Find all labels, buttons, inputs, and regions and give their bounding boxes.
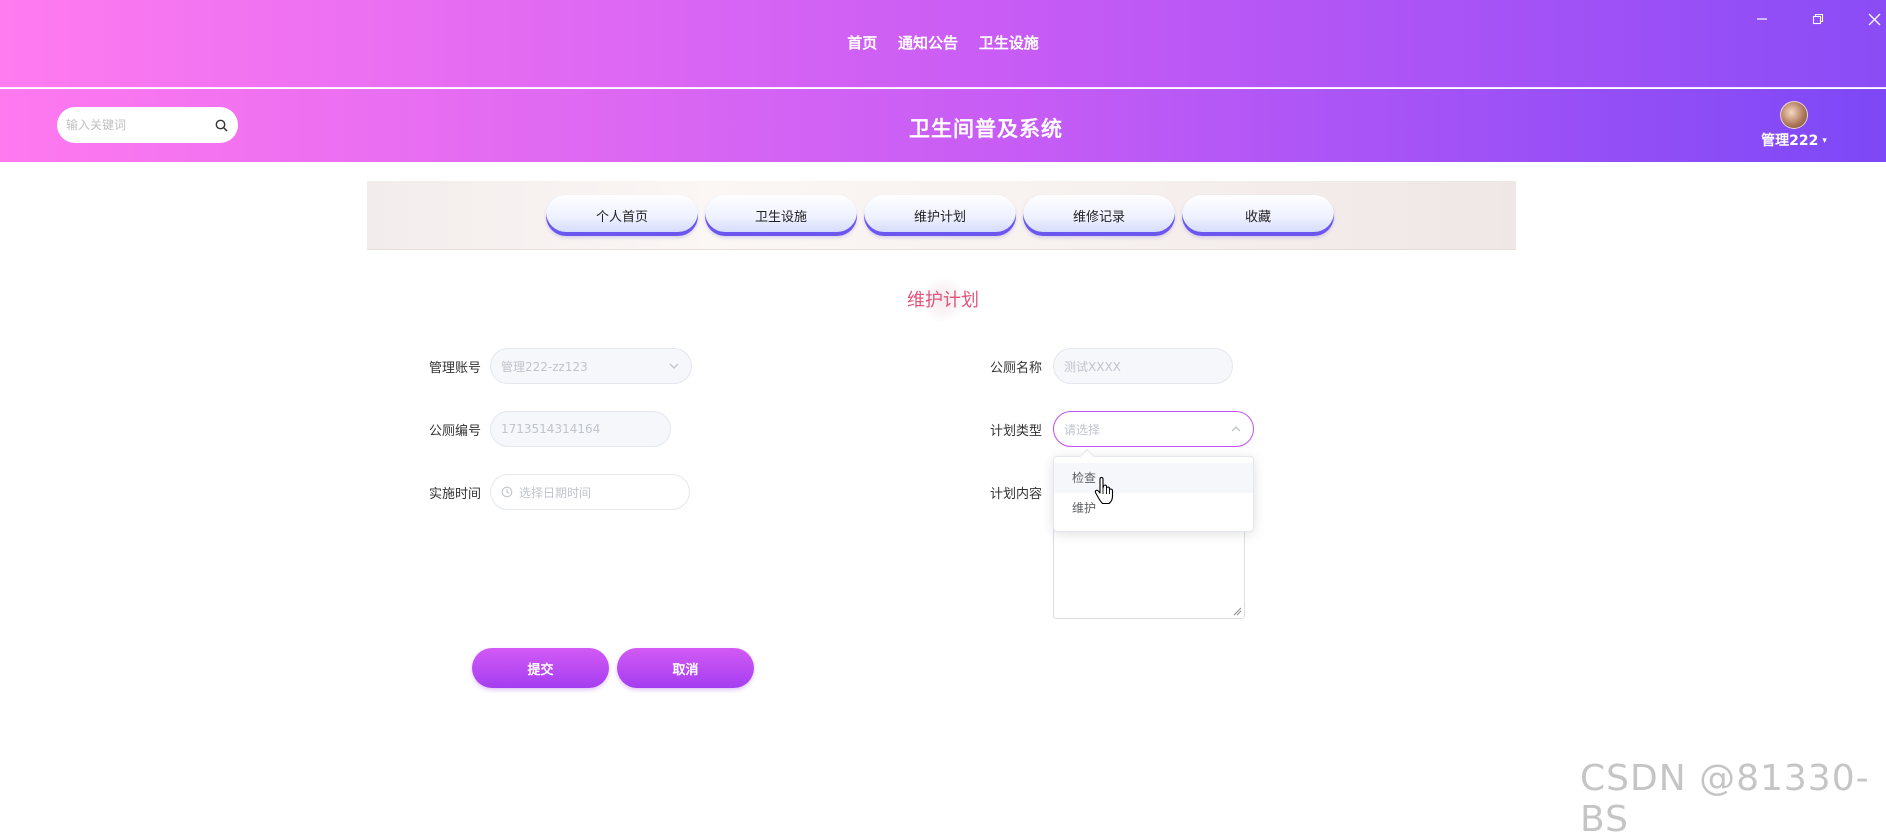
tab-favorites[interactable]: 收藏 bbox=[1182, 195, 1334, 236]
form-title-wrap: 维护计划 bbox=[0, 278, 1886, 322]
option-maintain[interactable]: 维护 bbox=[1054, 493, 1253, 523]
cancel-button[interactable]: 取消 bbox=[617, 648, 754, 688]
restore-icon bbox=[1812, 13, 1824, 25]
watermark: CSDN @81330-BS bbox=[1580, 758, 1870, 840]
impl-time-placeholder: 选择日期时间 bbox=[519, 485, 592, 500]
toilet-no-field[interactable]: 1713514314164 bbox=[490, 411, 671, 447]
user-name: 管理222 bbox=[1761, 133, 1819, 149]
plan-type-dropdown: 检查 维护 bbox=[1053, 448, 1254, 532]
tab-personal-home[interactable]: 个人首页 bbox=[546, 195, 698, 236]
plan-type-select[interactable]: 请选择 bbox=[1053, 411, 1254, 447]
account-select[interactable]: 管理222-zz123 bbox=[490, 348, 692, 384]
toilet-no-label: 公厕编号 bbox=[428, 424, 481, 439]
toilet-name-label: 公厕名称 bbox=[989, 361, 1042, 376]
clock-icon bbox=[501, 486, 513, 498]
tab-facilities[interactable]: 卫生设施 bbox=[705, 195, 857, 236]
tab-bar: 个人首页 卫生设施 维护计划 维修记录 收藏 bbox=[546, 195, 1334, 236]
site-header: 卫生间普及系统 管理222▾ bbox=[0, 89, 1886, 162]
chevron-down-icon bbox=[669, 363, 679, 369]
user-menu[interactable]: 管理222 ▾ bbox=[1748, 101, 1840, 150]
submit-button[interactable]: 提交 bbox=[472, 648, 609, 688]
tab-maintenance-plan[interactable]: 维护计划 bbox=[864, 195, 1016, 236]
page-title: 维护计划 bbox=[907, 290, 979, 311]
impl-time-picker[interactable]: 选择日期时间 bbox=[490, 474, 690, 510]
chevron-up-icon bbox=[1231, 426, 1241, 432]
minimize-button[interactable] bbox=[1748, 8, 1776, 30]
account-value: 管理222-zz123 bbox=[501, 359, 588, 374]
close-icon bbox=[1868, 13, 1880, 25]
tab-repair-records[interactable]: 维修记录 bbox=[1023, 195, 1175, 236]
plan-type-placeholder: 请选择 bbox=[1064, 422, 1101, 437]
account-label: 管理账号 bbox=[428, 361, 481, 376]
close-button[interactable] bbox=[1860, 8, 1886, 30]
minimize-icon bbox=[1757, 18, 1767, 20]
impl-time-label: 实施时间 bbox=[428, 487, 481, 502]
toilet-name-field[interactable]: 测试XXXX bbox=[1053, 348, 1233, 384]
resize-grip-icon[interactable] bbox=[1233, 607, 1242, 616]
dropdown-arrow bbox=[1079, 448, 1095, 464]
site-title: 卫生间普及系统 bbox=[909, 117, 1063, 141]
toilet-no-value: 1713514314164 bbox=[501, 422, 601, 436]
option-inspect[interactable]: 检查 bbox=[1054, 463, 1253, 493]
plan-type-label: 计划类型 bbox=[989, 424, 1042, 439]
nav-facilities-link[interactable]: 卫生设施 bbox=[979, 34, 1039, 52]
plan-content-label: 计划内容 bbox=[989, 487, 1042, 502]
hand-cursor-icon bbox=[1094, 477, 1114, 505]
toilet-name-value: 测试XXXX bbox=[1064, 359, 1121, 374]
nav-notice-link[interactable]: 通知公告 bbox=[898, 34, 958, 52]
caret-down-icon: ▾ bbox=[1822, 136, 1827, 146]
nav-home-link[interactable]: 首页 bbox=[847, 34, 877, 52]
top-nav: 首页 通知公告 卫生设施 bbox=[0, 32, 1886, 53]
restore-button[interactable] bbox=[1804, 8, 1832, 30]
top-nav-bar: 首页 通知公告 卫生设施 bbox=[0, 0, 1886, 88]
avatar[interactable] bbox=[1780, 101, 1808, 129]
